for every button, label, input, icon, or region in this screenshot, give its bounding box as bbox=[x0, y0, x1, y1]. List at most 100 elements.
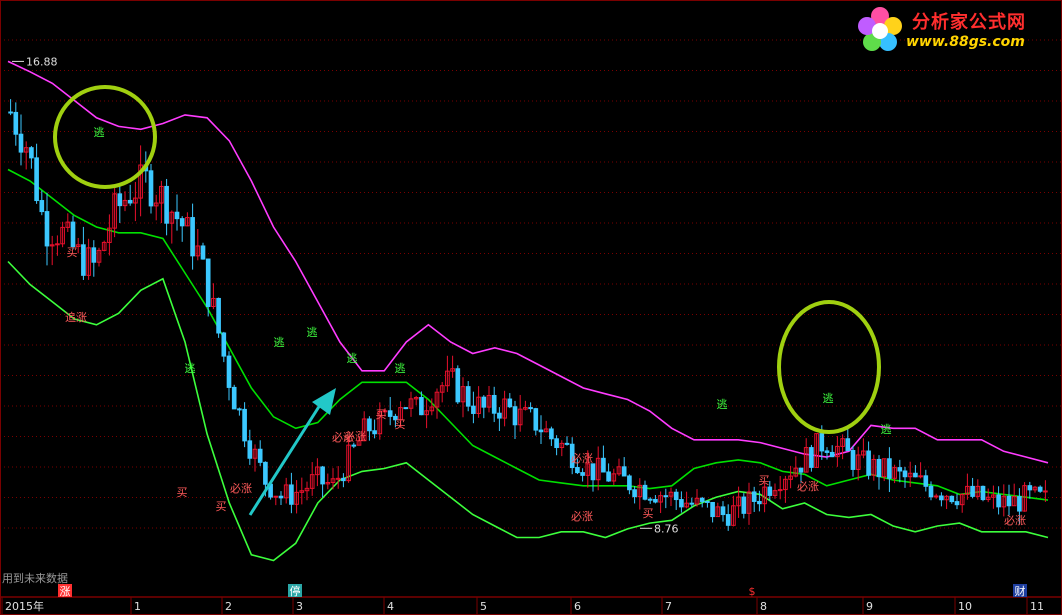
x-tick-label: 9 bbox=[866, 600, 873, 613]
candle-body bbox=[829, 451, 835, 458]
signal-label: 必涨 bbox=[230, 482, 252, 495]
signal-label: 买 bbox=[759, 474, 770, 487]
candle-body bbox=[673, 491, 679, 501]
signal-label: 买 bbox=[643, 507, 654, 520]
signal-label: 逃 bbox=[823, 392, 834, 405]
frame bbox=[0, 0, 1062, 615]
candle-body bbox=[465, 386, 471, 407]
x-tick-label: 10 bbox=[958, 600, 972, 613]
candle-body bbox=[91, 247, 97, 263]
candle-body bbox=[221, 332, 227, 357]
candle-body bbox=[913, 472, 918, 478]
candle-body bbox=[642, 484, 648, 500]
candle-body bbox=[601, 457, 606, 473]
candle-body bbox=[367, 418, 372, 432]
candle-body bbox=[554, 438, 559, 449]
logo-title: 分析家公式网 bbox=[912, 12, 1026, 33]
candle-body bbox=[44, 211, 50, 247]
candle-body bbox=[580, 472, 585, 476]
middle-band-line bbox=[7, 168, 1049, 501]
candle-body bbox=[226, 355, 232, 388]
candle-body bbox=[606, 471, 611, 482]
candle-body bbox=[767, 486, 773, 496]
candle-body bbox=[798, 467, 804, 473]
signal-label: 逃 bbox=[881, 423, 892, 436]
candle-body bbox=[705, 500, 710, 503]
candle-body bbox=[725, 514, 731, 526]
candle-body bbox=[939, 495, 944, 501]
x-tick-label: 8 bbox=[760, 600, 767, 613]
signal-label: 逃 bbox=[347, 352, 358, 365]
candle-body bbox=[247, 440, 253, 459]
logo-url: www.88gs.com bbox=[906, 34, 1025, 50]
x-axis: 2015年 1 2 3 4 5 6 7 8 9 10 11 涨 停 $ 财 bbox=[1, 584, 1044, 614]
candle-body bbox=[174, 211, 180, 220]
candle-body bbox=[876, 458, 882, 478]
candle-body bbox=[29, 147, 34, 159]
candle-body bbox=[928, 485, 934, 498]
candle-body bbox=[1006, 495, 1012, 507]
candle-body bbox=[845, 438, 851, 452]
x-tick-label: 5 bbox=[480, 600, 487, 613]
signal-label: 逃 bbox=[274, 336, 285, 349]
bottom-marker: 停 bbox=[290, 584, 301, 598]
lower-band-line bbox=[7, 260, 1049, 562]
candle-body bbox=[190, 217, 195, 257]
candle-body bbox=[512, 406, 518, 426]
candle-body bbox=[866, 450, 871, 476]
bottom-marker: $ bbox=[749, 585, 756, 598]
candle-body bbox=[653, 498, 658, 503]
min-price-label: 8.76 bbox=[654, 522, 679, 535]
x-tick-label: 7 bbox=[665, 600, 672, 613]
candle-body bbox=[491, 394, 497, 414]
candle-body bbox=[231, 386, 237, 410]
candle-body bbox=[933, 495, 939, 498]
candle-body bbox=[741, 496, 747, 514]
signal-label: 必涨 bbox=[1004, 514, 1026, 527]
candle-body bbox=[689, 502, 695, 505]
candle-body bbox=[1017, 496, 1022, 512]
candle-body bbox=[471, 405, 476, 414]
flower-logo-icon bbox=[858, 7, 902, 51]
candle-body bbox=[627, 475, 632, 491]
candle-body bbox=[273, 495, 279, 498]
signal-label: 买 bbox=[376, 408, 387, 421]
candle-body bbox=[1027, 485, 1033, 491]
x-tick-label: 4 bbox=[387, 600, 394, 613]
candle-body bbox=[164, 185, 169, 224]
candle-body bbox=[897, 467, 903, 472]
candle-body bbox=[18, 133, 24, 153]
candle-body bbox=[335, 477, 341, 480]
candle-body bbox=[39, 200, 45, 213]
candle-body bbox=[237, 408, 242, 411]
candle-body bbox=[278, 495, 284, 499]
candle-body bbox=[403, 407, 409, 410]
candle-body bbox=[720, 506, 726, 516]
candle-body bbox=[481, 396, 487, 408]
candle-body bbox=[850, 450, 856, 470]
candle-body bbox=[575, 467, 580, 474]
signal-label: 买 bbox=[177, 486, 188, 499]
candle-body bbox=[216, 297, 221, 334]
upper-band-line bbox=[7, 60, 1049, 464]
candle-body bbox=[205, 258, 211, 307]
highlight-circle bbox=[777, 300, 881, 434]
candle-body bbox=[351, 444, 357, 447]
candle-body bbox=[824, 450, 830, 453]
bottom-marker: 财 bbox=[1015, 584, 1026, 598]
x-tick-label: 1 bbox=[134, 600, 141, 613]
max-price-label: 16.88 bbox=[26, 55, 58, 68]
candle-body bbox=[148, 170, 154, 207]
candle-body bbox=[757, 500, 762, 505]
candle-body bbox=[819, 433, 825, 452]
signal-label: 必涨 bbox=[344, 430, 366, 443]
bollinger-bands bbox=[7, 60, 1049, 562]
candle-body bbox=[663, 495, 669, 498]
x-tick-label: 2 bbox=[225, 600, 232, 613]
candle-body bbox=[263, 461, 268, 485]
x-tick-label: 3 bbox=[296, 600, 303, 613]
candle-body bbox=[923, 475, 929, 487]
signal-label: 逃 bbox=[94, 126, 105, 139]
signal-label: 逃 bbox=[395, 362, 406, 375]
candle-body bbox=[533, 408, 539, 431]
